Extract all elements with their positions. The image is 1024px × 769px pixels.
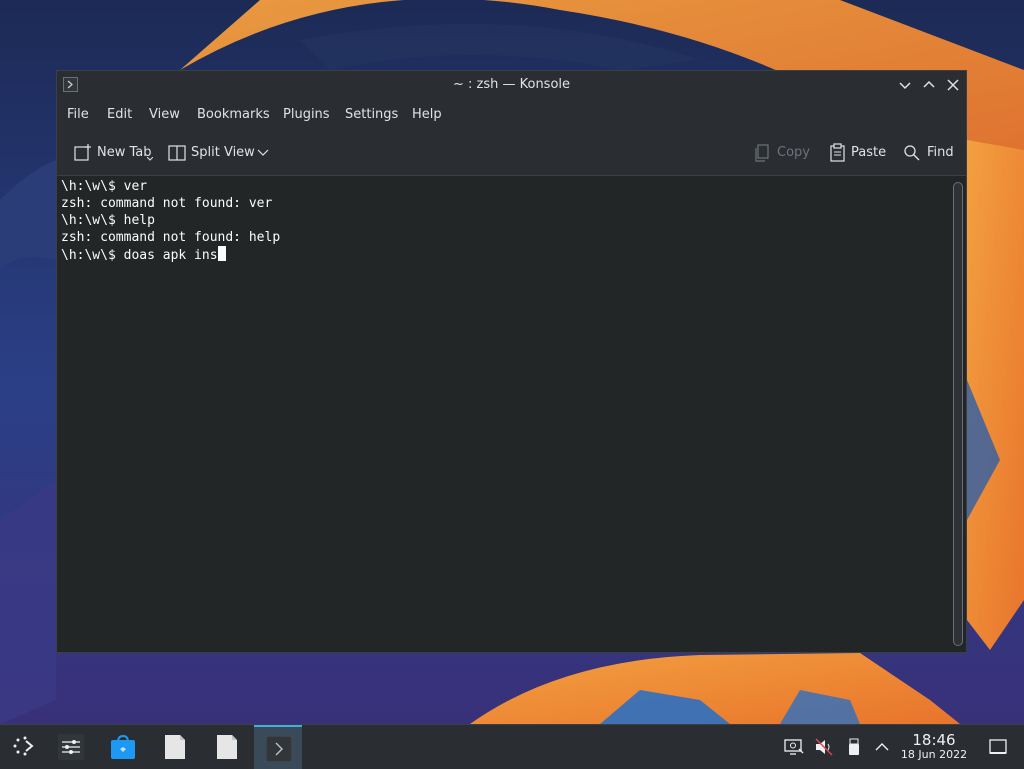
terminal-current-line: \h:\w\$ doas apk ins (61, 246, 948, 263)
menu-help[interactable]: Help (412, 107, 442, 122)
terminal-line: zsh: command not found: ver (61, 196, 273, 211)
paste-label: Paste (851, 145, 887, 160)
display-config-icon[interactable] (784, 737, 804, 757)
taskbar-konsole[interactable] (254, 725, 302, 769)
terminal-area[interactable]: \h:\w\$ ver zsh: command not found: ver … (57, 176, 948, 652)
copy-button[interactable]: Copy (753, 143, 810, 163)
split-view-icon (168, 145, 186, 161)
menu-edit[interactable]: Edit (107, 107, 132, 122)
menu-bar: File Edit View Bookmarks Plugins Setting… (57, 100, 966, 130)
window-title: ~ : zsh — Konsole (452, 77, 571, 92)
menu-file[interactable]: File (67, 107, 89, 122)
taskbar-file-2[interactable] (202, 725, 250, 769)
maximize-icon[interactable] (920, 76, 938, 94)
new-tab-button[interactable]: New Tab (73, 143, 155, 163)
volume-muted-icon[interactable] (814, 737, 834, 757)
menu-bookmarks[interactable]: Bookmarks (197, 107, 270, 122)
terminal-scrollbar[interactable] (950, 176, 966, 652)
show-desktop-icon[interactable] (988, 737, 1008, 757)
taskbar-system-settings[interactable] (46, 725, 94, 769)
taskbar-discover[interactable] (98, 725, 146, 769)
terminal-line: \h:\w\$ ver (61, 179, 148, 194)
menu-view[interactable]: View (149, 107, 180, 122)
copy-label: Copy (777, 145, 810, 160)
split-view-label: Split View (191, 145, 255, 160)
title-bar[interactable]: ~ : zsh — Konsole (57, 71, 966, 100)
paste-button[interactable]: Paste (829, 143, 887, 163)
find-label: Find (927, 145, 954, 160)
text-cursor (217, 246, 226, 261)
taskbar-file-1[interactable] (150, 725, 198, 769)
copy-icon (755, 144, 769, 162)
terminal-line: \h:\w\$ help (61, 213, 155, 228)
scrollbar-thumb[interactable] (953, 182, 963, 646)
file-icon (217, 735, 237, 759)
usb-device-icon[interactable] (844, 737, 864, 757)
chevron-up-icon[interactable] (872, 737, 892, 757)
new-tab-label: New Tab (97, 145, 152, 160)
clock-time[interactable]: 18:46 (900, 731, 968, 749)
file-icon (165, 735, 185, 759)
terminal-input-text: \h:\w\$ doas apk ins (61, 248, 218, 263)
find-button[interactable]: Find (903, 143, 957, 163)
chevron-down-icon (257, 149, 269, 156)
menu-plugins[interactable]: Plugins (283, 107, 330, 122)
terminal-line: zsh: command not found: help (61, 230, 281, 245)
main-toolbar: New Tab Split View Copy Paste Find (57, 130, 966, 176)
split-view-button[interactable]: Split View (167, 143, 271, 163)
konsole-icon (266, 736, 292, 762)
close-icon[interactable] (944, 76, 962, 94)
new-tab-icon (74, 144, 91, 161)
search-icon (904, 145, 920, 161)
clock-date[interactable]: 18 Jun 2022 (896, 748, 972, 761)
discover-store-icon (111, 734, 135, 759)
app-launcher-button[interactable] (0, 725, 48, 769)
taskbar (0, 724, 1024, 769)
menu-settings[interactable]: Settings (345, 107, 398, 122)
minimize-icon[interactable] (896, 76, 914, 94)
konsole-window: ~ : zsh — Konsole File Edit View Bookmar… (56, 70, 967, 653)
chevron-down-icon (147, 157, 153, 161)
paste-icon (830, 143, 845, 162)
app-launcher-icon (13, 736, 34, 756)
system-settings-icon (58, 734, 84, 760)
